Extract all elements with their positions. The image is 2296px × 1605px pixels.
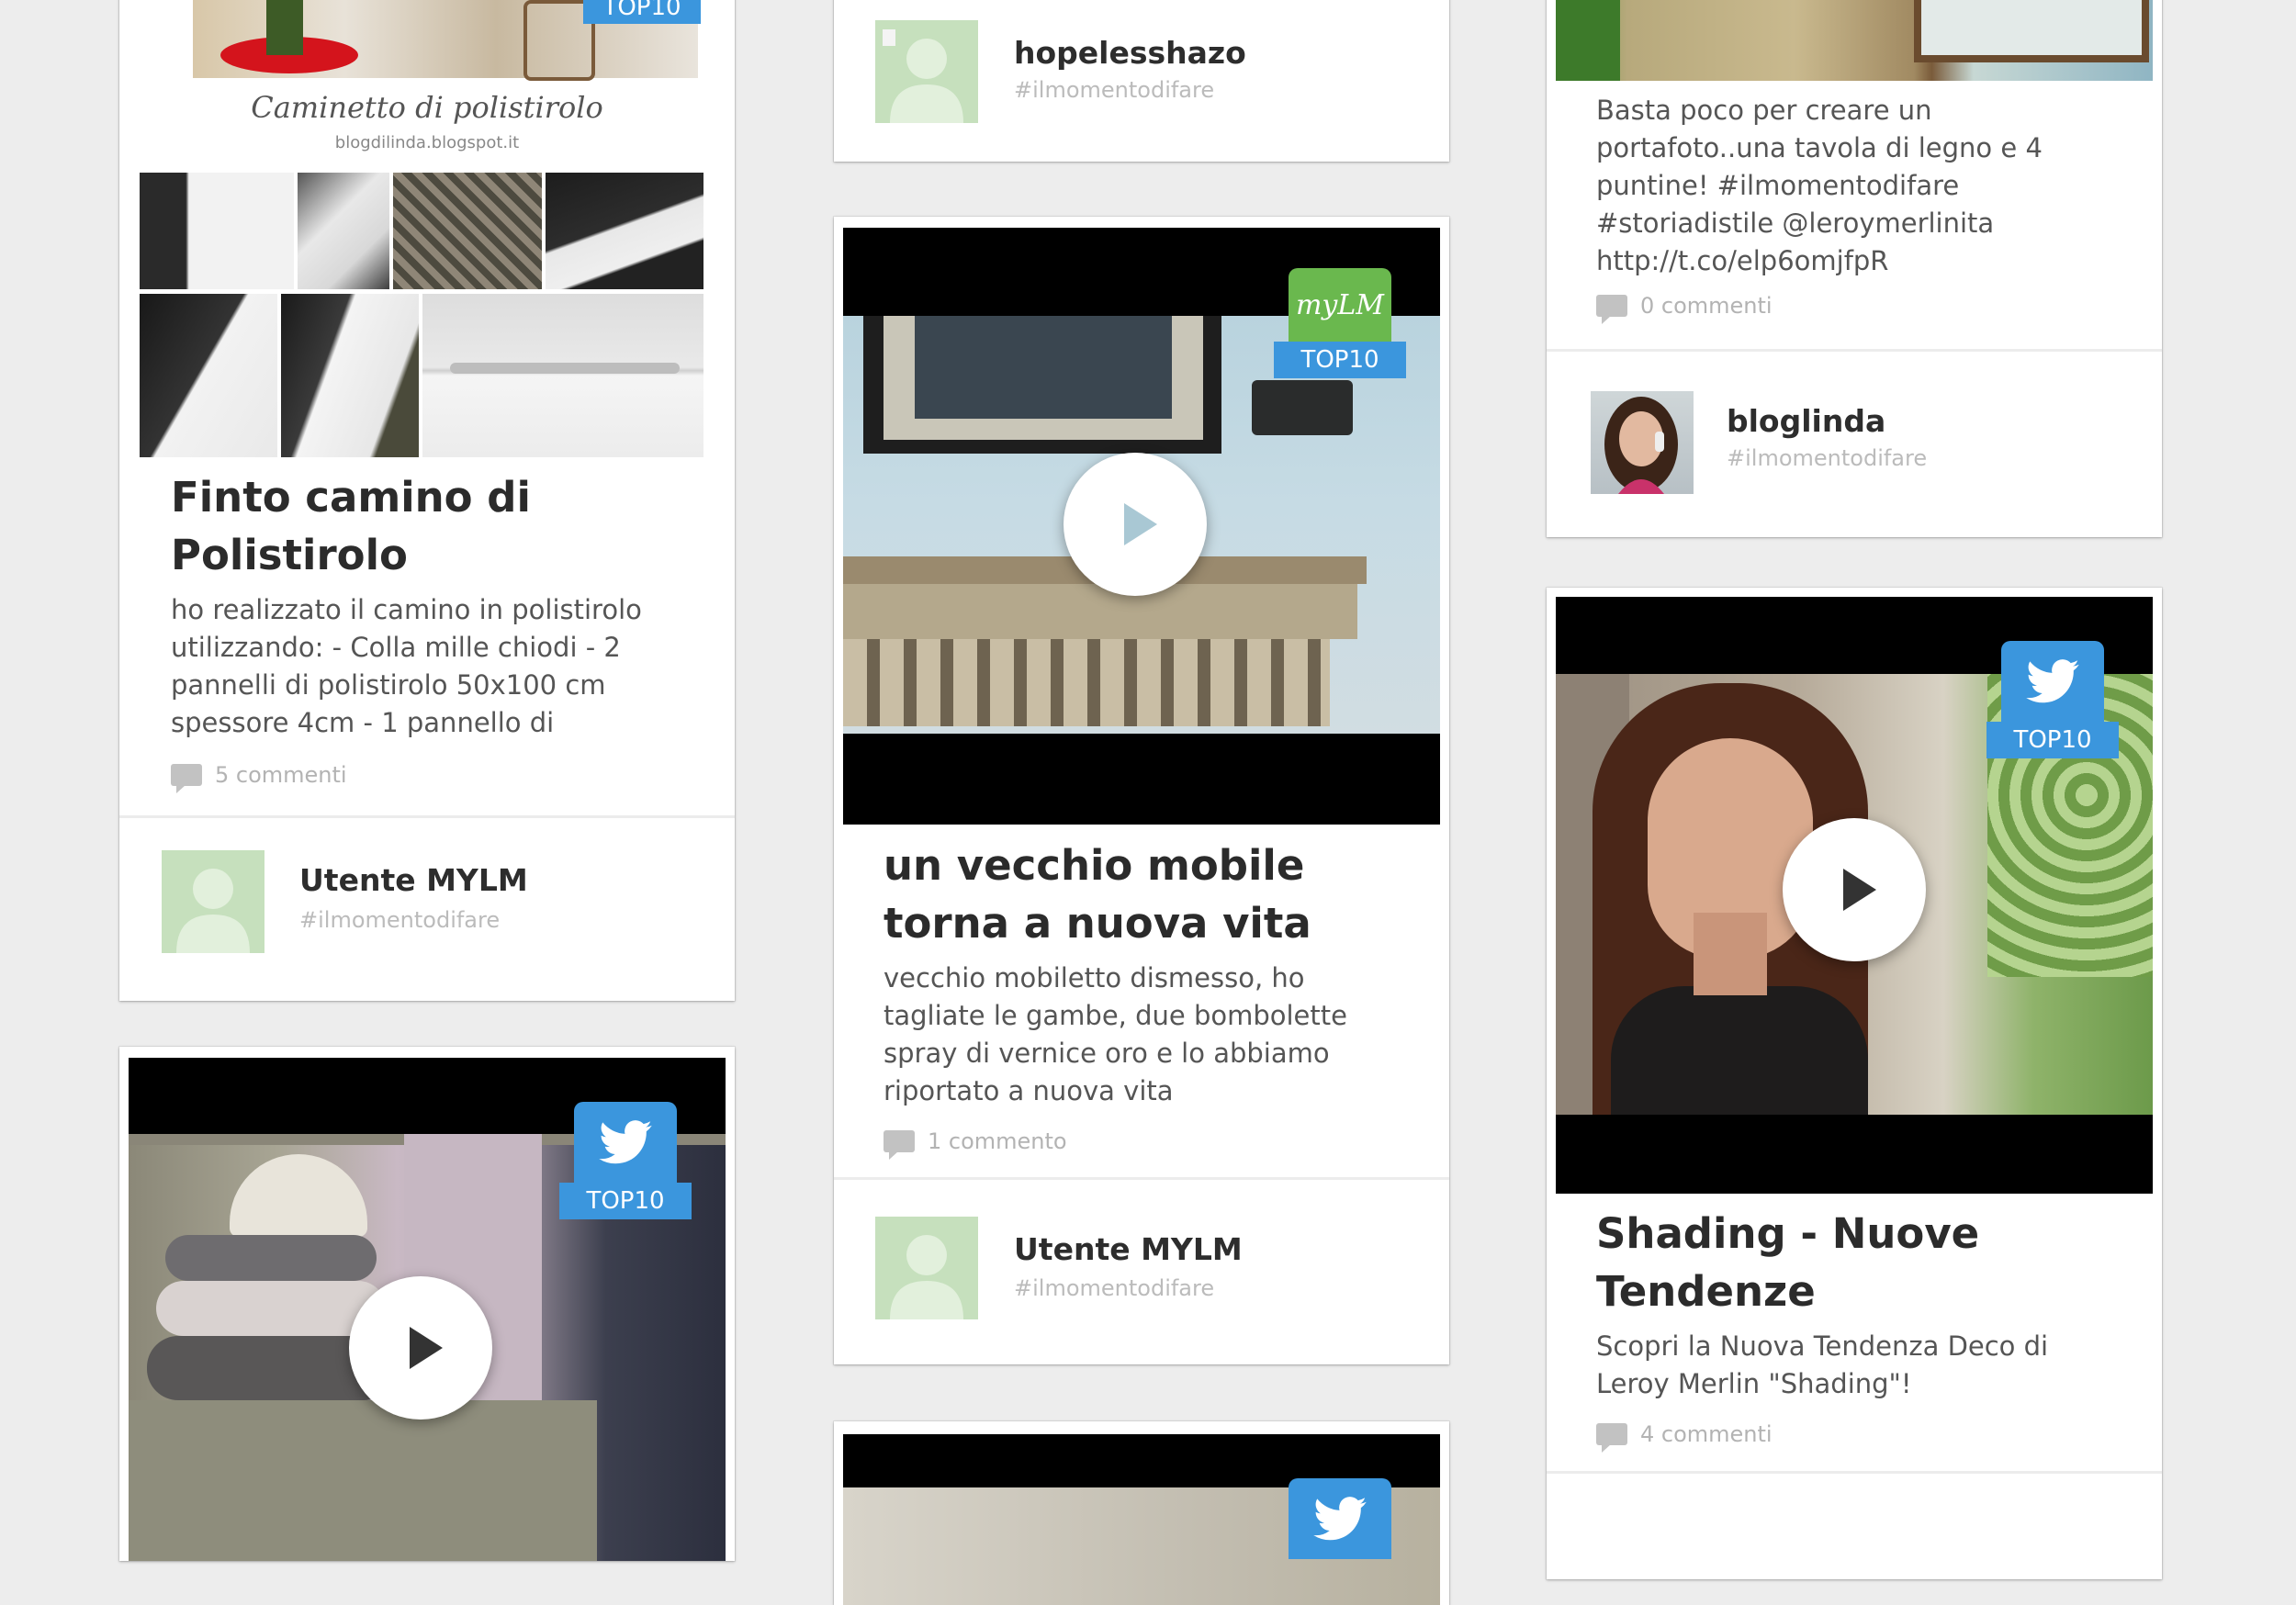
post-title-line-2[interactable]: Polistirolo xyxy=(171,526,683,584)
user-hashtag: #ilmomentodifare xyxy=(1014,77,1215,103)
post-card-vecchio-mobile[interactable]: myLM TOP10 un vecchio mobile torna a nuo… xyxy=(834,217,1449,1364)
post-description-line: pannelli di polistirolo 50x100 cm xyxy=(171,669,606,701)
comments-count: 0 commenti xyxy=(1640,293,1773,319)
post-description-line: puntine! #ilmomentodifare xyxy=(1596,170,1960,201)
post-card-video-partial[interactable] xyxy=(834,1421,1449,1605)
play-button[interactable] xyxy=(349,1276,492,1420)
username[interactable]: Utente MYLM xyxy=(1014,1231,1243,1267)
post-card-shading[interactable]: TOP10 Shading - Nuove Tendenze Scopri la… xyxy=(1547,588,2162,1579)
video-thumbnail[interactable]: myLM TOP10 xyxy=(843,228,1440,825)
comments-link[interactable]: 5 commenti xyxy=(171,762,683,793)
user-row[interactable]: Utente MYLM #ilmomentodifare xyxy=(119,818,735,1001)
collage-photo-1 xyxy=(140,173,294,289)
top10-label: TOP10 xyxy=(559,1183,692,1219)
collage-photo-7 xyxy=(422,294,703,457)
default-user-avatar-icon[interactable] xyxy=(162,850,264,953)
collage-photo-5 xyxy=(140,294,277,457)
play-icon xyxy=(410,1327,443,1369)
play-icon xyxy=(1124,503,1157,545)
post-title-line-1[interactable]: Finto camino di xyxy=(171,468,683,526)
twitter-top10-badge: TOP10 xyxy=(1986,641,2119,758)
post-title-line-1[interactable]: Shading - Nuove xyxy=(1596,1205,2112,1263)
collage-url: blogdilinda.blogspot.it xyxy=(334,133,520,152)
card-divider xyxy=(1547,1471,2162,1474)
post-card-video-twitter[interactable]: TOP10 xyxy=(119,1047,735,1561)
mylm-top10-badge: myLM TOP10 xyxy=(1274,268,1406,378)
post-collage-image[interactable]: TOP10 Caminetto di polistirolo blogdilin… xyxy=(138,0,716,459)
user-hashtag: #ilmomentodifare xyxy=(1014,1275,1215,1301)
post-description-line: vecchio mobiletto dismesso, ho xyxy=(884,962,1305,993)
comments-link[interactable]: 0 commenti xyxy=(1596,293,2112,324)
username[interactable]: Utente MYLM xyxy=(299,862,528,898)
twitter-badge xyxy=(1289,1478,1391,1559)
collage-photo-3 xyxy=(393,173,542,289)
collage-title: Caminetto di polistirolo xyxy=(251,90,603,125)
comments-count: 5 commenti xyxy=(215,762,347,788)
comment-icon xyxy=(171,764,202,793)
post-description-line: spessore 4cm - 1 pannello di xyxy=(171,707,555,738)
post-title-line-2[interactable]: Tendenze xyxy=(1596,1263,2112,1320)
post-description-line: riportato a nuova vita xyxy=(884,1075,1174,1106)
post-description-line: ho realizzato il camino in polistirolo xyxy=(171,594,642,625)
post-description-line: Scopri la Nuova Tendenza Deco di xyxy=(1596,1330,2049,1362)
comments-link[interactable]: 4 commenti xyxy=(1596,1421,2112,1453)
post-description-line: http://t.co/elp6omjfpR xyxy=(1596,245,1889,276)
collage-photo-4 xyxy=(546,173,703,289)
user-hashtag: #ilmomentodifare xyxy=(299,907,501,933)
twitter-bird-icon xyxy=(599,1120,652,1164)
default-user-avatar-icon[interactable] xyxy=(875,20,978,123)
comments-count: 4 commenti xyxy=(1640,1421,1773,1447)
post-card-portafoto[interactable]: Basta poco per creare un portafoto..una … xyxy=(1547,0,2162,537)
top10-label: TOP10 xyxy=(1274,342,1406,378)
comments-link[interactable]: 1 commento xyxy=(884,1128,1400,1160)
twitter-bird-icon xyxy=(2026,659,2079,703)
user-row[interactable]: Utente MYLM #ilmomentodifare xyxy=(834,1180,1449,1364)
post-description-line: Basta poco per creare un xyxy=(1596,95,1932,126)
collage-photo-6 xyxy=(281,294,419,457)
user-row[interactable]: bloglinda #ilmomentodifare xyxy=(1547,352,2162,535)
user-avatar-photo[interactable] xyxy=(1591,391,1694,494)
post-description-line: #storiadistile @leroymerlinita xyxy=(1596,208,1995,239)
post-description-line: spray di vernice oro e lo abbiamo xyxy=(884,1038,1330,1069)
comment-icon xyxy=(884,1130,915,1160)
comments-count: 1 commento xyxy=(928,1128,1067,1154)
post-description-line: tagliate le gambe, due bombolette xyxy=(884,1000,1347,1031)
post-description-line: portafoto..una tavola di legno e 4 xyxy=(1596,132,2043,163)
user-card-hopelesshazo[interactable]: hopelesshazo #ilmomentodifare xyxy=(834,0,1449,162)
play-button[interactable] xyxy=(1064,453,1207,596)
comment-icon xyxy=(1596,295,1627,324)
username[interactable]: bloglinda xyxy=(1727,403,1885,439)
post-description-line: Leroy Merlin "Shading"! xyxy=(1596,1368,1912,1399)
twitter-top10-badge: TOP10 xyxy=(559,1102,692,1219)
twitter-bird-icon xyxy=(1313,1497,1367,1541)
username[interactable]: hopelesshazo xyxy=(1014,35,1246,71)
post-title-line-1[interactable]: un vecchio mobile xyxy=(884,836,1400,894)
video-thumbnail[interactable]: TOP10 xyxy=(129,1058,726,1561)
post-photo[interactable] xyxy=(1556,0,2153,81)
play-icon xyxy=(1843,869,1876,911)
default-user-avatar-icon[interactable] xyxy=(875,1217,978,1319)
post-description-line: utilizzando: - Colla mille chiodi - 2 xyxy=(171,632,621,663)
post-card-finto-camino[interactable]: TOP10 Caminetto di polistirolo blogdilin… xyxy=(119,0,735,1001)
mylm-logo-text: myLM xyxy=(1295,288,1385,321)
top10-label: TOP10 xyxy=(583,0,701,24)
collage-photo-2 xyxy=(298,173,389,289)
user-hashtag: #ilmomentodifare xyxy=(1727,445,1928,471)
comment-icon xyxy=(1596,1423,1627,1453)
post-title-line-2[interactable]: torna a nuova vita xyxy=(884,894,1400,952)
play-button[interactable] xyxy=(1783,818,1926,961)
video-thumbnail[interactable] xyxy=(843,1434,1440,1605)
top10-label: TOP10 xyxy=(1986,722,2119,758)
video-thumbnail[interactable]: TOP10 xyxy=(1556,597,2153,1194)
